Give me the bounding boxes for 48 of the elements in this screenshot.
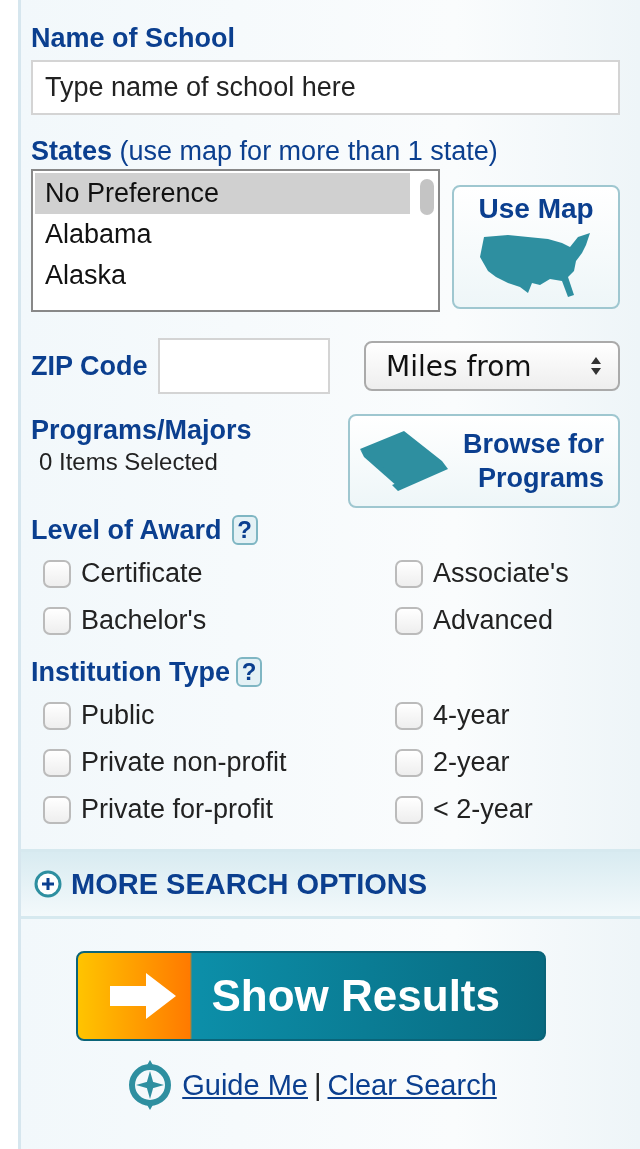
states-listbox[interactable]: No Preference Alabama Alaska: [31, 169, 441, 312]
clear-search-link[interactable]: Clear Search: [327, 1068, 497, 1102]
checkbox[interactable]: [395, 795, 423, 824]
checkbox[interactable]: [395, 748, 423, 777]
checkbox[interactable]: [43, 701, 71, 730]
states-label: States (use map for more than 1 state): [31, 135, 499, 167]
checkbox[interactable]: [43, 748, 71, 777]
checkbox[interactable]: [43, 606, 71, 635]
scrollbar-thumb[interactable]: [420, 179, 435, 215]
checkbox[interactable]: [43, 559, 71, 588]
selected-count: 0 Items Selected: [39, 448, 219, 476]
checkbox-label: Bachelor's: [81, 604, 207, 637]
checkbox-label: Private non-profit: [81, 746, 287, 779]
checkbox[interactable]: [395, 606, 423, 635]
zip-code-field[interactable]: [157, 338, 330, 394]
checkbox-label: Associate's: [433, 557, 569, 590]
section-title: Institution Type: [31, 656, 230, 688]
guide-me-link[interactable]: Guide Me: [182, 1068, 308, 1102]
checkbox-label: Public: [81, 699, 155, 732]
help-button[interactable]: ?: [231, 515, 258, 545]
checkbox-label: Certificate: [81, 557, 203, 590]
checkbox[interactable]: [43, 795, 71, 824]
updown-icon: [590, 355, 602, 377]
field-label: Name of School: [31, 22, 237, 54]
show-results-button[interactable]: Show Results: [75, 951, 546, 1041]
checkbox-label: Advanced: [433, 604, 554, 637]
use-map-button[interactable]: Use Map: [452, 185, 620, 309]
section-title: Level of Award: [31, 514, 222, 546]
link-separator: |: [313, 1068, 322, 1102]
field-label: Programs/Majors: [31, 414, 252, 446]
help-button[interactable]: ?: [236, 657, 262, 687]
checkbox[interactable]: [395, 701, 423, 730]
checkbox[interactable]: [395, 559, 423, 588]
checkbox-label: < 2-year: [433, 793, 533, 826]
school-name-field[interactable]: Type name of school here: [31, 60, 620, 115]
arrow-icon: [107, 971, 178, 1021]
distance-dropdown[interactable]: Miles from: [364, 341, 620, 391]
checkbox-label: Private for-profit: [81, 793, 274, 826]
list-option[interactable]: Alabama: [35, 214, 411, 255]
book-icon: [358, 429, 450, 493]
checkbox-label: 4-year: [433, 699, 510, 732]
list-option[interactable]: No Preference: [35, 173, 411, 214]
list-option[interactable]: Alaska: [35, 255, 411, 296]
field-label: ZIP Code: [31, 350, 148, 382]
more-options-toggle[interactable]: MORE SEARCH OPTIONS: [71, 867, 428, 901]
plus-circle-icon: [33, 869, 63, 899]
browse-programs-button[interactable]: Browse for Programs: [348, 414, 620, 508]
checkbox-label: 2-year: [433, 746, 510, 779]
